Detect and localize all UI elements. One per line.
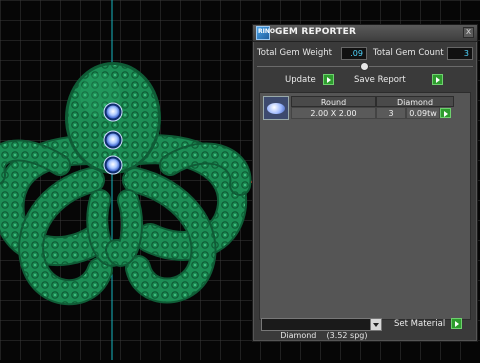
set-material-button-label: Set Material <box>394 319 446 329</box>
gem-weight-cell: 0.09tw <box>406 107 440 119</box>
panel-titlebar[interactable]: RINO GEM REPORTER x <box>253 25 477 42</box>
gem-size-cell: 2.00 X 2.00 <box>291 107 376 119</box>
close-icon[interactable]: x <box>463 27 474 38</box>
play-arrow-icon[interactable] <box>440 108 451 118</box>
set-material-button[interactable]: Set Material <box>394 317 476 331</box>
panel-footer: Diamond (3.52 spg) Set Material <box>253 313 477 341</box>
gem-list[interactable]: Round Diamond 2.00 X 2.00 3 0.09tw <box>259 92 471 320</box>
play-arrow-icon[interactable] <box>323 74 334 85</box>
play-arrow-icon[interactable] <box>432 74 443 85</box>
save-report-button-label: Save Report <box>354 75 406 85</box>
update-button[interactable]: Update <box>285 73 337 87</box>
total-gem-count-value: 3 <box>447 47 473 60</box>
gem-stones[interactable] <box>103 102 123 175</box>
total-gem-weight-label: Total Gem Weight <box>257 48 332 58</box>
gem-count-cell: 3 <box>376 107 406 119</box>
save-report-button[interactable]: Save Report <box>354 73 444 87</box>
play-arrow-icon[interactable] <box>451 318 462 329</box>
dropdown-arrow-icon[interactable] <box>370 319 381 330</box>
material-select[interactable]: Diamond (3.52 spg) <box>261 318 382 340</box>
gem-thumbnail-icon[interactable] <box>263 96 289 120</box>
total-gem-weight-value: .09 <box>341 47 367 60</box>
slider-knob-icon[interactable] <box>360 62 369 71</box>
panel-title: GEM REPORTER <box>275 27 357 37</box>
app-logo-icon: RINO <box>256 26 275 40</box>
update-button-label: Update <box>285 75 316 85</box>
material-select-value: Diamond (3.52 spg) <box>280 331 368 340</box>
total-gem-count-label: Total Gem Count <box>373 48 444 58</box>
column-header-shape: Round <box>291 96 376 107</box>
stats-row: Total Gem Weight .09 Total Gem Count 3 <box>257 47 473 61</box>
gem-reporter-panel: RINO GEM REPORTER x Total Gem Weight .09… <box>252 24 478 342</box>
column-header-material: Diamond <box>376 96 454 107</box>
